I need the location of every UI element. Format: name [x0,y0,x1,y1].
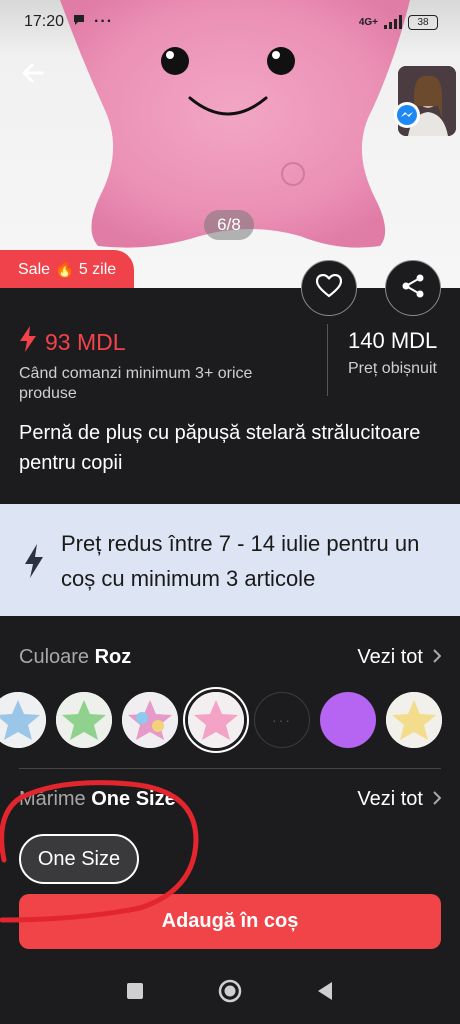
lightning-icon [24,544,44,578]
regular-price-label: Preț obișnuit [348,360,437,377]
chevron-right-icon [433,646,442,669]
swatch-purple[interactable] [320,692,376,748]
see-all-sizes-link[interactable]: Vezi tot [357,788,442,811]
add-to-cart-button[interactable]: Adaugă în coș [19,894,441,949]
back-triangle-icon[interactable] [316,981,334,1006]
messenger-icon [394,102,420,128]
size-option-header: Mărime One Size Vezi tot [19,788,442,811]
see-all-colors-link[interactable]: Vezi tot [357,646,442,669]
size-chip-one-size[interactable]: One Size [19,834,139,884]
discount-price: 93 MDL [45,328,126,355]
options-divider [19,768,441,769]
regular-price-box: 140 MDL Preț obișnuit [348,328,437,378]
favorite-button[interactable] [301,260,357,316]
chevron-right-icon [433,788,442,811]
promo-banner: Preț redus între 7 - 14 iulie pentru un … [0,504,460,616]
price-divider [327,324,328,396]
signal-icon [384,15,402,29]
back-arrow-icon[interactable] [18,58,48,88]
color-value: Roz [94,646,132,668]
swatch-green[interactable] [56,692,112,748]
size-label: Mărime [19,788,86,810]
photo-counter: 6/8 [204,210,254,240]
battery-icon: 38 [408,14,438,30]
size-chip-label: One Size [37,847,121,870]
discount-condition: Când comanzi minimum 3+ orice produse [19,365,253,402]
color-label: Culoare [19,646,90,668]
status-bar: 17:20 ··· 4G+ 38 [0,0,460,44]
share-icon [401,273,425,304]
recent-apps-icon[interactable] [126,982,144,1005]
photo-counter-text: 6/8 [217,215,241,234]
options-section: Culoare Roz Vezi tot ··· Mărime One Size… [0,628,460,884]
swatch-pink[interactable] [183,687,249,753]
lightning-icon [19,326,37,358]
price-section: 93 MDL Când comanzi minimum 3+ orice pro… [0,288,460,493]
more-notifications-icon: ··· [94,13,114,30]
product-image-gallery[interactable]: 17:20 ··· 4G+ 38 6/8 [0,0,460,288]
size-value: One Size [91,788,176,810]
swatch-blue[interactable] [0,692,46,748]
share-button[interactable] [385,260,441,316]
swatch-multicolor[interactable] [122,692,178,748]
system-nav-bar [0,962,460,1024]
regular-price: 140 MDL [348,328,438,353]
add-to-cart-label: Adaugă în coș [161,910,299,932]
discount-price-box: 93 MDL Când comanzi minimum 3+ orice pro… [19,326,309,404]
swatch-placeholder[interactable]: ··· [254,692,310,748]
swatch-yellow[interactable] [386,692,442,748]
chat-notification-icon [72,13,86,32]
battery-level: 38 [417,16,429,28]
network-label: 4G+ [358,16,378,28]
sale-badge-text: Sale 🔥 5 zile [18,261,117,278]
heart-icon [315,273,343,303]
clock: 17:20 [24,13,65,30]
home-icon[interactable] [218,979,242,1008]
promo-text: Preț redus între 7 - 14 iulie pentru un … [61,531,420,591]
sale-badge: Sale 🔥 5 zile [0,250,135,288]
product-title: Pernă de pluș cu păpușă stelară străluci… [19,422,421,474]
see-all-sizes-label: Vezi tot [357,788,423,810]
color-option-header: Culoare Roz Vezi tot [19,646,442,669]
color-swatches: ··· [0,687,460,753]
see-all-colors-label: Vezi tot [357,646,423,668]
